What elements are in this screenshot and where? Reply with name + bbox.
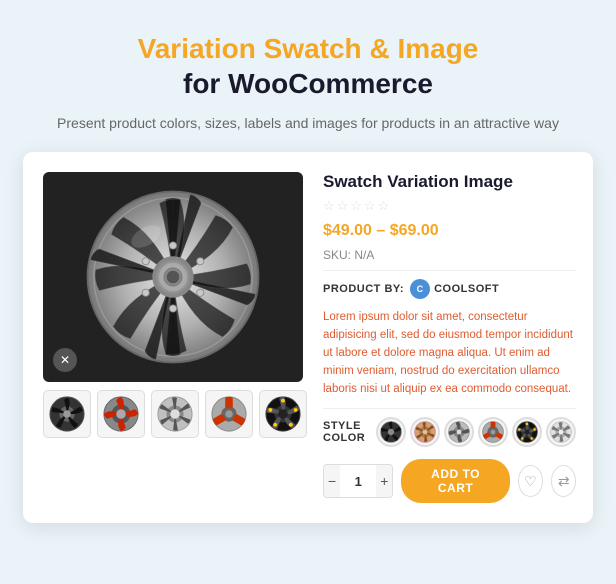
product-by: PRODUCT BY: C COOLSOFT [323, 279, 576, 299]
sku-label: SKU: [323, 248, 351, 262]
add-to-cart-button[interactable]: Add To Cart [401, 459, 509, 503]
wheel-svg [83, 187, 263, 367]
swatch-5-icon [515, 420, 539, 444]
star-2: ☆ [337, 198, 349, 214]
product-price: $49.00 – $69.00 [323, 222, 576, 240]
quantity-input[interactable] [340, 465, 376, 497]
product-title: Swatch Variation Image [323, 172, 576, 192]
star-5: ☆ [378, 198, 390, 214]
swatch-3[interactable] [444, 417, 474, 447]
product-sku: SKU: N/A [323, 248, 576, 262]
swatch-list [376, 417, 576, 447]
swatch-6[interactable] [546, 417, 576, 447]
thumb-wheel-4 [210, 395, 248, 433]
swatch-5[interactable] [512, 417, 542, 447]
thumbnail-row [43, 390, 303, 438]
header-title-highlight: Variation Swatch & Image [138, 33, 479, 64]
close-icon: ✕ [60, 353, 70, 367]
product-by-label: PRODUCT BY: [323, 283, 404, 295]
swatch-2-icon [413, 420, 437, 444]
product-images: ✕ [43, 172, 303, 503]
swatch-4[interactable] [478, 417, 508, 447]
swatch-1-icon [379, 420, 403, 444]
add-to-cart-row: − + Add To Cart ♡ ⇄ [323, 459, 576, 503]
product-card: ✕ [23, 152, 593, 523]
quantity-increase-button[interactable]: + [376, 465, 392, 497]
star-4: ☆ [364, 198, 376, 214]
heart-icon: ♡ [524, 473, 537, 490]
star-3: ☆ [350, 198, 362, 214]
product-info: Swatch Variation Image ☆ ☆ ☆ ☆ ☆ $49.00 … [323, 172, 576, 503]
divider-2 [323, 408, 576, 409]
wishlist-button[interactable]: ♡ [518, 465, 543, 497]
swatch-6-icon [549, 420, 573, 444]
thumbnail-4[interactable] [205, 390, 253, 438]
star-1: ☆ [323, 198, 335, 214]
thumbnail-3[interactable] [151, 390, 199, 438]
thumb-wheel-2 [102, 395, 140, 433]
swatch-1[interactable] [376, 417, 406, 447]
style-color-row: STYLE COLOR [323, 417, 576, 447]
swatch-3-icon [447, 420, 471, 444]
page-header: Variation Swatch & Image for WooCommerce… [37, 0, 579, 152]
thumbnail-5[interactable] [259, 390, 307, 438]
quantity-decrease-button[interactable]: − [324, 465, 340, 497]
product-description: Lorem ipsum dolor sit amet, consectetur … [323, 309, 576, 398]
coolsoft-icon: C [410, 279, 430, 299]
thumb-wheel-5 [264, 395, 302, 433]
main-product-image: ✕ [43, 172, 303, 382]
header-title: Variation Swatch & Image for WooCommerce [57, 32, 559, 102]
header-subtitle: Present product colors, sizes, labels an… [57, 112, 559, 134]
compare-icon: ⇄ [558, 473, 570, 490]
brand-name: COOLSOFT [434, 283, 499, 295]
thumb-wheel-1 [48, 395, 86, 433]
style-color-label: STYLE COLOR [323, 420, 366, 444]
thumbnail-1[interactable] [43, 390, 91, 438]
thumbnail-2[interactable] [97, 390, 145, 438]
swatch-2[interactable] [410, 417, 440, 447]
sku-value: N/A [354, 248, 374, 262]
thumb-wheel-3 [156, 395, 194, 433]
swatch-4-icon [481, 420, 505, 444]
divider-1 [323, 270, 576, 271]
description-text: Lorem ipsum dolor sit amet, consectetur … [323, 311, 573, 394]
coolsoft-logo: C COOLSOFT [410, 279, 499, 299]
compare-button[interactable]: ⇄ [551, 465, 576, 497]
star-rating: ☆ ☆ ☆ ☆ ☆ [323, 198, 576, 214]
quantity-control: − + [323, 464, 393, 498]
header-title-main: for WooCommerce [183, 68, 433, 99]
close-button[interactable]: ✕ [53, 348, 77, 372]
